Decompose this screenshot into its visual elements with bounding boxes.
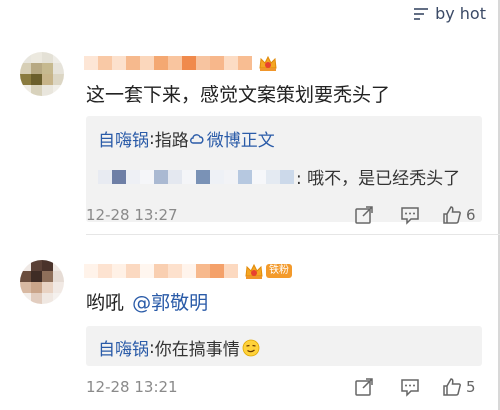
weibo-post-link-label: 微博正文 [206,131,275,151]
sort-control[interactable]: by hot [413,4,486,23]
reply-body: 你在搞事情 [154,340,240,360]
share-button[interactable] [354,376,374,398]
like-button[interactable]: 5 [442,376,476,398]
comment-meta: 12-28 13:27 6 [86,204,486,226]
comment-button[interactable] [400,204,420,226]
sort-lines-icon [414,7,429,20]
like-button[interactable]: 6 [442,204,476,226]
thumbs-up-icon [443,378,461,396]
avatar[interactable] [20,260,64,304]
fan-badge: 铁粉 [244,262,292,280]
reply-body-prefix: 指路 [154,131,189,151]
vip-crown-badge [258,54,278,72]
weibo-post-link[interactable]: 微博正文 [189,126,275,151]
username-blurred[interactable] [98,169,294,184]
crown-icon [259,55,277,71]
timestamp: 12-28 13:21 [86,378,178,396]
reply-author[interactable]: 自嗨锅 [98,126,149,151]
crown-icon [245,263,263,279]
reply-body: : 哦不，是已经秃头了 [296,169,461,189]
comment-text-body: 哟吼 [86,292,125,314]
username-row[interactable]: 铁粉 [84,262,292,280]
reply-author[interactable]: 自嗨锅 [98,335,149,360]
reply-line: 自嗨锅 : 你在搞事情 [98,335,260,360]
share-button[interactable] [354,204,374,226]
like-count: 6 [466,206,476,224]
like-count: 5 [466,378,476,396]
comment-text: 哟吼 @郭敬明 [86,288,208,315]
timestamp: 12-28 13:27 [86,206,178,224]
mention-link[interactable]: @郭敬明 [132,292,208,314]
avatar[interactable] [20,52,64,96]
sort-label: by hot [435,4,486,23]
comment-meta: 12-28 13:21 5 [86,376,486,398]
divider [86,234,500,235]
username-blurred[interactable] [84,56,252,70]
username-row[interactable] [84,54,278,72]
share-icon [355,378,373,396]
fan-tag: 铁粉 [266,264,292,278]
reply-line: 自嗨锅 : 指路 微博正文 [98,126,275,152]
reply-line: : 哦不，是已经秃头了 [98,164,460,189]
thumbs-up-icon [443,206,461,224]
comment-icon [401,207,419,225]
share-icon [355,206,373,224]
comment-button[interactable] [400,376,420,398]
reply-box[interactable]: 自嗨锅 : 你在搞事情 [86,326,482,366]
link-icon [189,133,204,144]
comment-text: 这一套下来，感觉文案策划要秃头了 [86,84,391,106]
comment-icon [401,379,419,397]
username-blurred[interactable] [84,264,238,278]
smirk-emoji-icon [242,339,260,356]
